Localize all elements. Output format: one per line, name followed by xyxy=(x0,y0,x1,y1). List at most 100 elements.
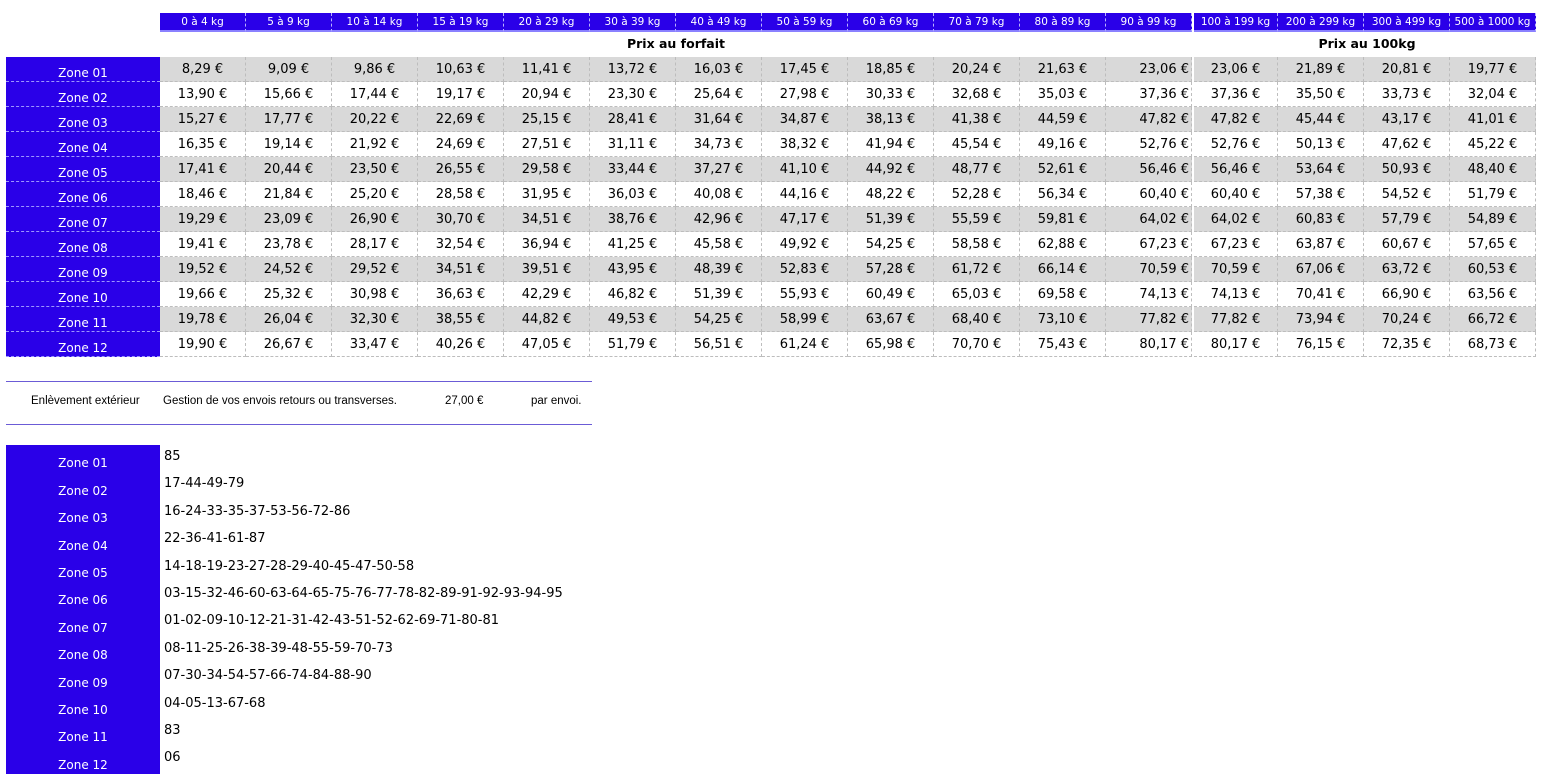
price-value: 29,58 € xyxy=(521,161,572,177)
price-cell: 31,11 € xyxy=(590,132,676,157)
price-value: 65,03 € xyxy=(951,286,1002,302)
price-value: 17,44 € xyxy=(349,86,400,102)
weight-band-header-cell: 5 à 9 kg xyxy=(246,13,332,32)
price-value: 48,40 € xyxy=(1467,161,1518,177)
price-cell: 26,67 € xyxy=(246,332,332,357)
price-cell: 73,94 € xyxy=(1278,307,1364,332)
price-cell: 67,23 € xyxy=(1106,232,1192,257)
department-codes: 14-18-19-23-27-28-29-40-45-47-50-58 xyxy=(164,558,415,574)
price-value: 23,30 € xyxy=(607,86,658,102)
price-value: 51,79 € xyxy=(1467,186,1518,202)
price-value: 72,35 € xyxy=(1381,336,1432,352)
price-value: 40,26 € xyxy=(435,336,486,352)
price-value: 73,94 € xyxy=(1295,311,1346,327)
price-row: Zone 12 19,90 € 26,67 € 33,47 € 40,26 € 47,05… xyxy=(6,332,1536,357)
price-cell: 23,09 € xyxy=(246,207,332,232)
price-value: 49,16 € xyxy=(1037,136,1088,152)
price-value: 42,29 € xyxy=(521,286,572,302)
weight-band-header-cell: 100 à 199 kg xyxy=(1194,13,1278,32)
zone-name: Zone 05 xyxy=(6,554,160,582)
price-cell: 30,70 € xyxy=(418,207,504,232)
price-cell: 20,22 € xyxy=(332,107,418,132)
price-cell: 18,46 € xyxy=(160,182,246,207)
price-cell: 42,29 € xyxy=(504,282,590,307)
price-value: 44,16 € xyxy=(779,186,830,202)
price-value: 41,10 € xyxy=(779,161,830,177)
price-value: 56,51 € xyxy=(693,336,744,352)
price-value: 41,25 € xyxy=(607,236,658,252)
price-value: 33,44 € xyxy=(607,161,658,177)
price-cell: 25,20 € xyxy=(332,182,418,207)
price-cell: 61,72 € xyxy=(934,257,1020,282)
price-cell: 52,76 € xyxy=(1194,132,1278,157)
price-cell: 43,17 € xyxy=(1364,107,1450,132)
price-value: 43,17 € xyxy=(1381,111,1432,127)
price-row: Zone 06 18,46 € 21,84 € 25,20 € 28,58 € 31,95… xyxy=(6,182,1536,207)
price-value: 44,92 € xyxy=(865,161,916,177)
zone-label: Zone 12 xyxy=(6,332,160,357)
price-value: 20,81 € xyxy=(1381,61,1432,77)
per-100kg-price-title: Prix au 100kg xyxy=(1318,35,1416,51)
price-value: 49,92 € xyxy=(779,236,830,252)
price-cell: 27,98 € xyxy=(762,82,848,107)
price-value: 51,39 € xyxy=(865,211,916,227)
price-cell: 65,03 € xyxy=(934,282,1020,307)
price-cell: 55,93 € xyxy=(762,282,848,307)
price-value: 31,95 € xyxy=(521,186,572,202)
zone-label: Zone 01 xyxy=(6,57,160,82)
price-value: 30,70 € xyxy=(435,211,486,227)
price-cell: 38,76 € xyxy=(590,207,676,232)
price-value: 23,50 € xyxy=(349,161,400,177)
price-cell: 70,59 € xyxy=(1106,257,1192,282)
price-cell: 66,72 € xyxy=(1450,307,1536,332)
price-value: 23,06 € xyxy=(1139,61,1189,77)
price-row: Zone 10 19,66 € 25,32 € 30,98 € 36,63 € 42,29… xyxy=(6,282,1536,307)
price-value: 38,32 € xyxy=(779,136,830,152)
price-cell: 51,39 € xyxy=(848,207,934,232)
price-cell: 47,17 € xyxy=(762,207,848,232)
price-cell: 36,94 € xyxy=(504,232,590,257)
price-cell: 55,59 € xyxy=(934,207,1020,232)
price-value: 80,17 € xyxy=(1139,336,1189,352)
price-cell: 23,06 € xyxy=(1106,57,1192,82)
price-value: 63,56 € xyxy=(1467,286,1518,302)
price-value: 51,79 € xyxy=(607,336,658,352)
price-value: 74,13 € xyxy=(1210,286,1261,302)
zone-name: Zone 03 xyxy=(6,499,160,528)
forfait-price-title: Prix au forfait xyxy=(626,35,726,51)
price-value: 57,65 € xyxy=(1467,236,1518,252)
price-value: 45,44 € xyxy=(1295,111,1346,127)
zone-label: Zone 05 xyxy=(6,157,160,182)
price-cell: 10,63 € xyxy=(418,57,504,82)
price-cell: 64,02 € xyxy=(1194,207,1278,232)
price-value: 19,17 € xyxy=(435,86,486,102)
price-cell: 36,03 € xyxy=(590,182,676,207)
price-cell: 54,25 € xyxy=(848,232,934,257)
price-value: 50,93 € xyxy=(1381,161,1432,177)
price-cell: 25,15 € xyxy=(504,107,590,132)
price-cell: 70,59 € xyxy=(1194,257,1278,282)
price-cell: 41,01 € xyxy=(1450,107,1536,132)
price-cell: 41,94 € xyxy=(848,132,934,157)
price-cell: 24,69 € xyxy=(418,132,504,157)
zone-name: Zone 02 xyxy=(6,472,160,500)
price-row: Zone 01 8,29 € 9,09 € 9,86 € 10,63 € 11,41 € 1… xyxy=(6,57,1536,82)
price-value: 48,22 € xyxy=(865,186,916,202)
price-value: 56,46 € xyxy=(1139,161,1189,177)
price-value: 41,38 € xyxy=(951,111,1002,127)
price-cell: 32,68 € xyxy=(934,82,1020,107)
price-cell: 16,35 € xyxy=(160,132,246,157)
price-value: 46,82 € xyxy=(607,286,658,302)
weight-band-header-cell: 500 à 1000 kg xyxy=(1450,13,1536,32)
pickup-price: 27,00 € xyxy=(445,395,484,407)
price-value: 47,62 € xyxy=(1381,136,1432,152)
price-cell: 41,38 € xyxy=(934,107,1020,132)
price-value: 18,46 € xyxy=(177,186,228,202)
price-value: 20,44 € xyxy=(263,161,314,177)
price-cell: 36,63 € xyxy=(418,282,504,307)
price-value: 31,11 € xyxy=(607,136,658,152)
price-value: 52,61 € xyxy=(1037,161,1088,177)
price-value: 42,96 € xyxy=(693,211,744,227)
price-cell: 69,58 € xyxy=(1020,282,1106,307)
price-cell: 38,32 € xyxy=(762,132,848,157)
